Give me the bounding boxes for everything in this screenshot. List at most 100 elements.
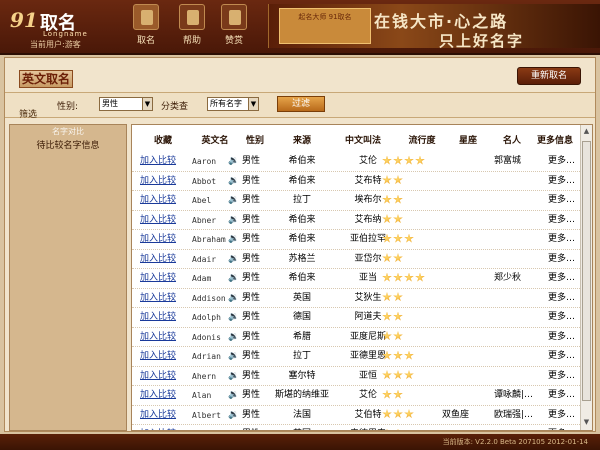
- speaker-icon[interactable]: 🔉: [228, 328, 240, 347]
- origin-cell: 希腊: [292, 331, 311, 342]
- star-icon: [404, 272, 414, 282]
- add-to-compare-link[interactable]: 加入比较: [140, 386, 188, 405]
- celebrity-cell: [494, 172, 538, 191]
- table-row: 加入比较 Albert 男性 法国 艾伯特 双鱼座 欧瑞强|… 更多… 🔉: [132, 406, 582, 425]
- refresh-names-button[interactable]: 重新取名: [517, 67, 581, 85]
- more-info-link[interactable]: 更多…: [548, 230, 582, 249]
- more-info-link[interactable]: 更多…: [548, 367, 582, 386]
- table-row: 加入比较 Abel 男性 拉丁 埃布尔 更多… 🔉: [132, 191, 580, 211]
- more-info-link[interactable]: 更多…: [548, 250, 582, 269]
- table-row: 加入比较 Adrian 男性 拉丁 亚德里恩 更多… 🔉: [132, 347, 580, 367]
- star-icon: [382, 428, 392, 430]
- star-icon: [382, 350, 392, 360]
- english-name: Aaron: [192, 157, 217, 166]
- filter-button[interactable]: 过滤: [277, 96, 325, 112]
- english-name: Abel: [192, 196, 212, 205]
- english-name: Aldrich: [192, 425, 232, 430]
- zodiac-cell: [442, 386, 482, 405]
- nav-help-button[interactable]: 帮助: [172, 4, 212, 50]
- more-info-link[interactable]: 更多…: [548, 425, 582, 430]
- more-info-link[interactable]: 更多…: [548, 386, 582, 405]
- vertical-scrollbar[interactable]: ▲ ▼: [580, 125, 592, 430]
- add-to-compare-link[interactable]: 加入比较: [140, 211, 188, 230]
- popularity-stars: [382, 230, 444, 249]
- add-to-compare-link[interactable]: 加入比较: [140, 367, 188, 386]
- nav-naming-button[interactable]: 取名: [126, 4, 166, 50]
- gender-cell: 男性: [242, 292, 261, 303]
- scroll-thumb[interactable]: [582, 141, 591, 401]
- bookshelf-icon: [179, 4, 205, 30]
- gender-label: 性别:: [57, 102, 79, 112]
- more-info-link[interactable]: 更多…: [548, 191, 582, 210]
- add-to-compare-link[interactable]: 加入比较: [140, 347, 188, 366]
- page-title: 英文取名: [19, 70, 73, 88]
- scroll-up-icon[interactable]: ▲: [582, 127, 591, 137]
- speaker-icon[interactable]: 🔉: [228, 269, 240, 288]
- gender-cell: 男性: [242, 214, 261, 225]
- gender-cell: 男性: [242, 331, 261, 342]
- ad-banner[interactable]: 起名大师 91取名 在钱大市·心之路 只上好名字: [268, 4, 600, 50]
- more-info-link[interactable]: 更多…: [548, 269, 582, 288]
- gender-cell: 男性: [242, 156, 261, 166]
- speaker-icon[interactable]: 🔉: [228, 347, 240, 366]
- speaker-icon[interactable]: 🔉: [228, 172, 240, 191]
- add-to-compare-link[interactable]: 加入比较: [140, 191, 188, 210]
- add-to-compare-link[interactable]: 加入比较: [140, 308, 188, 327]
- more-info-link[interactable]: 更多…: [548, 347, 582, 366]
- star-icon: [393, 175, 403, 185]
- app-logo: 91 取名 Longname: [10, 8, 105, 38]
- star-icon: [382, 292, 392, 302]
- speaker-icon[interactable]: 🔉: [228, 386, 240, 405]
- english-name: Adrian: [192, 352, 221, 361]
- gender-select[interactable]: 男性 ▼: [99, 97, 153, 111]
- top-bar: 91 取名 Longname 当前用户:游客 取名 帮助 赞赏 起名大师 91取…: [0, 0, 600, 55]
- popularity-stars: [382, 172, 444, 191]
- add-to-compare-link[interactable]: 加入比较: [140, 250, 188, 269]
- star-icon: [382, 175, 392, 185]
- speaker-icon[interactable]: 🔉: [228, 367, 240, 386]
- nav-donate-button[interactable]: 赞赏: [214, 4, 254, 50]
- more-info-link[interactable]: 更多…: [548, 308, 582, 327]
- book-icon: [133, 4, 159, 30]
- add-to-compare-link[interactable]: 加入比较: [140, 230, 188, 249]
- banner-slogan: 在钱大市·心之路: [374, 12, 509, 31]
- speaker-icon[interactable]: 🔉: [228, 289, 240, 308]
- table-row: 加入比较 Adonis 男性 希腊 亚度尼斯 更多… 🔉: [132, 328, 582, 347]
- add-to-compare-link[interactable]: 加入比较: [140, 269, 188, 288]
- speaker-icon[interactable]: 🔉: [228, 406, 240, 425]
- speaker-icon[interactable]: 🔉: [228, 211, 240, 230]
- more-info-link[interactable]: 更多…: [548, 211, 582, 230]
- speaker-icon[interactable]: 🔉: [228, 425, 240, 430]
- add-to-compare-link[interactable]: 加入比较: [140, 328, 188, 347]
- origin-cell: 希伯来: [288, 175, 316, 186]
- add-to-compare-link[interactable]: 加入比较: [140, 406, 188, 425]
- add-to-compare-link[interactable]: 加入比较: [140, 425, 188, 430]
- speaker-icon[interactable]: 🔉: [228, 250, 240, 269]
- origin-cell: 拉丁: [292, 195, 311, 205]
- popularity-stars: [382, 367, 444, 386]
- category-label: 分类查: [161, 102, 189, 112]
- more-info-link[interactable]: 更多…: [548, 406, 582, 425]
- gender-cell: 男性: [242, 195, 261, 205]
- speaker-icon[interactable]: 🔉: [228, 191, 240, 210]
- more-info-link[interactable]: 更多…: [548, 172, 582, 191]
- more-info-link[interactable]: 更多…: [548, 328, 582, 347]
- star-icon: [382, 233, 392, 243]
- speaker-icon[interactable]: 🔉: [228, 230, 240, 249]
- more-info-link[interactable]: 更多…: [548, 289, 582, 308]
- popularity-stars: [382, 269, 444, 288]
- scroll-down-icon[interactable]: ▼: [582, 418, 591, 428]
- origin-cell: 英国: [292, 292, 311, 303]
- star-icon: [393, 331, 403, 341]
- english-name: Adam: [192, 274, 212, 283]
- star-icon: [382, 272, 392, 282]
- speaker-icon[interactable]: 🔉: [228, 152, 240, 171]
- add-to-compare-link[interactable]: 加入比较: [140, 152, 188, 171]
- add-to-compare-link[interactable]: 加入比较: [140, 289, 188, 308]
- speaker-icon[interactable]: 🔉: [228, 308, 240, 327]
- category-select[interactable]: 所有名字 ▼: [207, 97, 259, 111]
- more-info-link[interactable]: 更多…: [548, 152, 582, 171]
- origin-cell: 拉丁: [292, 351, 311, 361]
- add-to-compare-link[interactable]: 加入比较: [140, 172, 188, 191]
- zodiac-cell: [442, 308, 482, 327]
